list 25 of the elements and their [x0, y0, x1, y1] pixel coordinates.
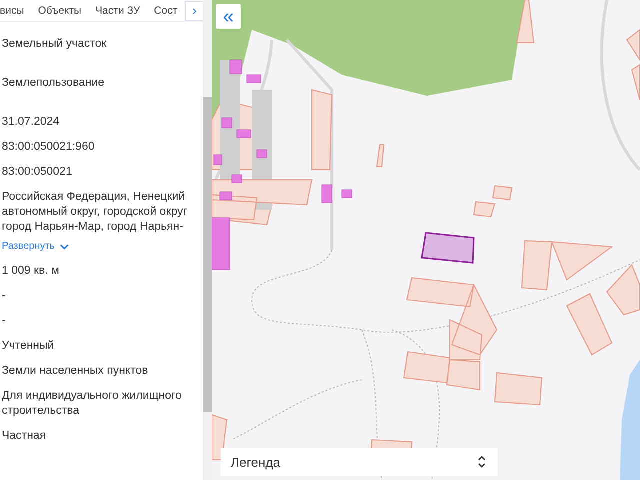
collapse-panel-button[interactable]: «: [216, 4, 241, 29]
field-value: -: [2, 314, 7, 329]
field-value: Частная: [2, 429, 48, 444]
tab[interactable]: Части ЗУ: [88, 0, 148, 21]
field-value: Учтенный: [2, 339, 56, 354]
legend-title: Легенда: [231, 454, 280, 470]
legend-bar[interactable]: Легенда: [221, 448, 498, 476]
field-value: Российская Федерация, Ненецкий автономный округ, городской округ город Нарьян-Мар, город Нарьян-: [2, 190, 188, 235]
scrollbar[interactable]: [203, 0, 212, 480]
tab[interactable]: Сост: [147, 0, 185, 21]
expand-collapse-icon[interactable]: [478, 455, 486, 469]
expand-link[interactable]: Развернуть: [2, 239, 70, 254]
field-value: Земельный участок: [2, 37, 108, 52]
field-value: 31.07.2024: [2, 115, 61, 130]
chevron-down-icon[interactable]: [60, 244, 70, 250]
field-value: Землепользование: [2, 76, 106, 91]
field-value: -: [2, 289, 7, 304]
scroll-right-button[interactable]: ›: [184, 0, 203, 20]
field-value: Земли населенных пунктов: [2, 364, 150, 379]
field-value: Для индивидуального жилищного строительства: [2, 389, 183, 419]
field-value: 83:00:050021:960: [2, 140, 96, 155]
field-value: 1 009 кв. м: [2, 264, 60, 279]
field-value: 83:00:050021: [2, 165, 74, 180]
tab[interactable]: висы: [0, 0, 32, 21]
tab[interactable]: Объекты: [31, 0, 89, 21]
